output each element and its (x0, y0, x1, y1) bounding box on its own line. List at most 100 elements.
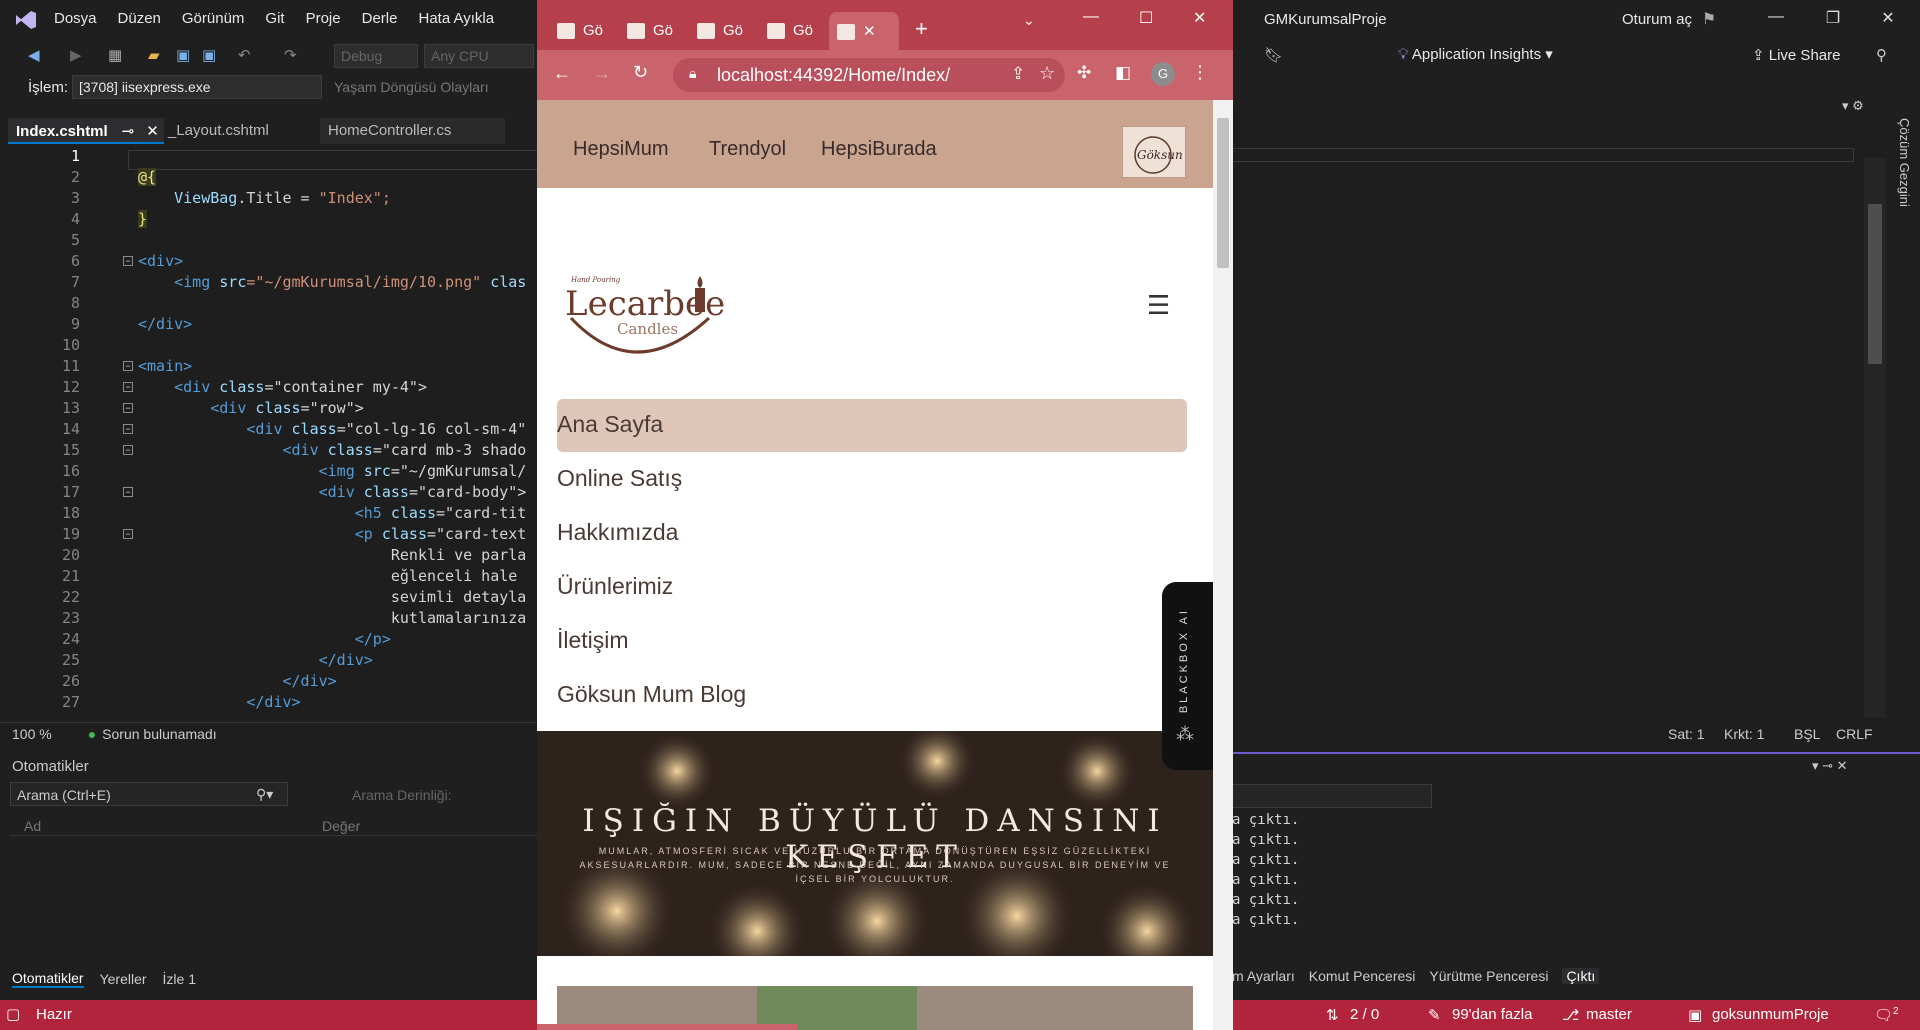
forward-icon[interactable]: → (593, 63, 611, 84)
nav-iletisim[interactable]: İletişim (557, 627, 629, 654)
live-share-button[interactable]: ⇪ Live Share (1752, 46, 1840, 64)
tab-command-window[interactable]: Komut Penceresi (1309, 968, 1416, 984)
close-tab-icon[interactable]: ✕ (863, 23, 876, 40)
page-scrollbar[interactable] (1213, 100, 1233, 1030)
account-icon[interactable]: ⚲ (1876, 46, 1887, 64)
menu-kebab-icon[interactable]: ⋮ (1191, 62, 1209, 83)
tab-watch[interactable]: İzle 1 (163, 971, 196, 987)
profile-avatar[interactable]: G (1151, 62, 1175, 86)
tab-layout-cshtml[interactable]: _Layout.cshtml (160, 118, 310, 144)
menu-gorunum[interactable]: Görünüm (182, 10, 245, 27)
undo-icon[interactable]: ↶ (238, 46, 251, 64)
scroll-thumb[interactable] (1868, 204, 1882, 364)
fold-toggle-icon[interactable]: − (123, 403, 133, 413)
lock-icon[interactable]: 🔒︎ (689, 65, 696, 82)
tab-settings[interactable]: m Ayarları (1232, 968, 1295, 984)
side-panel-icon[interactable]: ◧ (1115, 63, 1131, 83)
line-ending[interactable]: CRLF (1836, 726, 1873, 742)
minimize-icon[interactable]: — (1764, 8, 1788, 26)
fold-toggle-icon[interactable]: − (123, 445, 133, 455)
pencil-icon[interactable]: ✎ (1428, 1006, 1441, 1024)
repo-icon[interactable]: ▣ (1688, 1006, 1702, 1024)
sync-icon[interactable]: ⇅ (1326, 1006, 1339, 1024)
fold-toggle-icon[interactable]: − (123, 487, 133, 497)
nav-online-satis[interactable]: Online Satış (557, 465, 682, 492)
new-tab-icon[interactable]: + (915, 16, 928, 42)
page-scroll-thumb[interactable] (1217, 118, 1229, 268)
open-folder-icon[interactable]: ▰ (148, 46, 160, 64)
menu-derle[interactable]: Derle (362, 10, 398, 27)
address-bar[interactable]: localhost:44392/Home/Index/ (673, 58, 1065, 92)
browser-minimize-icon[interactable]: — (1083, 8, 1099, 26)
issues-status[interactable]: Sorun bulunamadı (102, 726, 216, 742)
fold-toggle-icon[interactable]: − (123, 424, 133, 434)
platform-select[interactable]: Any CPU (424, 44, 534, 68)
tab-search-icon[interactable]: ⌄ (1023, 12, 1035, 29)
solution-explorer-tab[interactable]: Çözüm Gezgini (1890, 118, 1912, 228)
site-logo-small[interactable]: Göksun (1122, 126, 1186, 178)
menu-hata-ayikla[interactable]: Hata Ayıkla (418, 10, 494, 27)
tab-immediate-window[interactable]: Yürütme Penceresi (1429, 968, 1548, 984)
extensions-icon[interactable]: ✣ (1077, 63, 1091, 83)
config-select[interactable]: Debug (334, 44, 418, 68)
tab-index-cshtml[interactable]: Index.cshtml ⊸ ✕ (8, 118, 164, 144)
save-all-icon[interactable]: ▣ (202, 46, 216, 64)
fold-toggle-icon[interactable]: − (123, 256, 133, 266)
hamburger-menu-icon[interactable]: ☰ (1147, 290, 1170, 321)
column-indicator[interactable]: Krkt: 1 (1724, 726, 1764, 742)
lecarbee-logo[interactable]: Hand Pouring Lecarbee Candles (565, 268, 725, 368)
share-icon[interactable]: ⇪ (1011, 64, 1025, 84)
zoom-level[interactable]: 100 % (12, 726, 52, 742)
bookmark-icon[interactable]: 🔖︎ (1264, 46, 1283, 64)
pin-icon[interactable]: ⊸ (122, 123, 135, 140)
back-nav-icon[interactable]: ◀ (28, 46, 40, 64)
feedback-icon[interactable]: ⚑ (1697, 9, 1721, 29)
tab-locals[interactable]: Yereller (100, 971, 147, 987)
browser-maximize-icon[interactable]: ☐ (1139, 8, 1153, 28)
fold-toggle-icon[interactable]: − (123, 361, 133, 371)
nav-urunlerimiz[interactable]: Ürünlerimiz (557, 573, 673, 600)
browser-tab[interactable]: Gö (759, 12, 821, 50)
nav-goksun-mum-blog[interactable]: Göksun Mum Blog (557, 681, 746, 708)
link-hepsimum[interactable]: HepsiMum (573, 138, 669, 161)
notification-icon[interactable]: 🗨︎2 (1874, 1006, 1899, 1024)
tab-output[interactable]: Çıktı (1562, 968, 1600, 984)
gear-icon[interactable]: ▾ ⚙ (1842, 98, 1864, 114)
autos-search-input[interactable]: Arama (Ctrl+E) (10, 782, 288, 806)
redo-icon[interactable]: ↷ (284, 46, 297, 64)
bookmark-star-icon[interactable]: ☆ (1039, 63, 1055, 84)
lifecycle-events-button[interactable]: Yaşam Döngüsü Olayları (334, 79, 489, 95)
browser-tab[interactable]: Gö (619, 12, 681, 50)
browser-tab[interactable]: Gö (689, 12, 751, 50)
fold-toggle-icon[interactable]: − (123, 382, 133, 392)
editor-scrollbar[interactable] (1864, 158, 1886, 718)
forward-nav-icon[interactable]: ▶ (70, 46, 82, 64)
browser-tab[interactable]: Gö (549, 12, 611, 50)
menu-git[interactable]: Git (265, 10, 284, 27)
insert-mode[interactable]: BŞL (1794, 726, 1820, 742)
nav-ana-sayfa[interactable]: Ana Sayfa (557, 411, 663, 438)
link-trendyol[interactable]: Trendyol (709, 138, 786, 161)
nav-hakkimizda[interactable]: Hakkımızda (557, 519, 678, 546)
fold-toggle-icon[interactable]: − (123, 529, 133, 539)
branch-name[interactable]: master (1586, 1006, 1632, 1023)
close-tab-icon[interactable]: ✕ (146, 123, 159, 140)
restore-icon[interactable]: ❐ (1821, 8, 1845, 28)
output-source-select[interactable] (1232, 784, 1432, 808)
process-select[interactable]: [3708] iisexpress.exe (72, 75, 322, 99)
link-hepsiburada[interactable]: HepsiBurada (821, 138, 937, 161)
menu-duzen[interactable]: Düzen (118, 10, 161, 27)
menu-dosya[interactable]: Dosya (54, 10, 97, 27)
branch-icon[interactable]: ⎇ (1562, 1006, 1579, 1024)
blackbox-ai-widget[interactable]: BLACKBOX AI ⁂ (1162, 582, 1213, 770)
back-icon[interactable]: ← (553, 63, 571, 84)
save-icon[interactable]: ▣ (176, 46, 190, 64)
browser-tab-active[interactable]: ✕ (829, 12, 899, 50)
sign-in-button[interactable]: Oturum aç (1622, 11, 1692, 28)
search-icon[interactable]: ⚲▾ (256, 786, 273, 803)
reload-icon[interactable]: ↻ (633, 62, 648, 83)
menu-proje[interactable]: Proje (306, 10, 341, 27)
repo-name[interactable]: goksunmumProje (1712, 1006, 1829, 1023)
browser-close-icon[interactable]: ✕ (1193, 8, 1206, 28)
line-indicator[interactable]: Sat: 1 (1668, 726, 1705, 742)
